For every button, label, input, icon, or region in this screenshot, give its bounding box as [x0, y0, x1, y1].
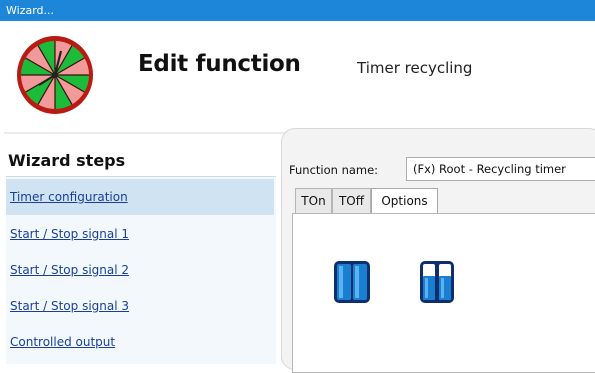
wizard-step-start-stop-signal-2[interactable]: Start / Stop signal 2 [6, 252, 274, 288]
wizard-step-controlled-output[interactable]: Controlled output [6, 324, 274, 360]
page-subtitle: Timer recycling [357, 59, 473, 77]
tab-toff[interactable]: TOff [332, 188, 371, 213]
tab-ton[interactable]: TOn [295, 188, 332, 213]
timer-wheel-icon [17, 36, 93, 114]
wizard-step-start-stop-signal-3[interactable]: Start / Stop signal 3 [6, 288, 274, 324]
wizard-step-start-stop-signal-1[interactable]: Start / Stop signal 1 [6, 216, 274, 252]
wizard-step-timer-configuration[interactable]: Timer configuration [6, 179, 274, 215]
window-title: Wizard... [6, 4, 55, 17]
function-name-input[interactable]: (Fx) Root - Recycling timer [406, 157, 595, 181]
page-title: Edit function [138, 51, 301, 77]
wizard-steps-title: Wizard steps [8, 151, 126, 170]
tab-options[interactable]: Options [371, 188, 438, 214]
function-name-label: Function name: [289, 163, 379, 177]
dual-white-blue-switch-icon[interactable] [418, 260, 456, 304]
dual-blue-switch-icon[interactable] [333, 260, 371, 304]
wizard-steps-panel: Timer configuration Start / Stop signal … [6, 176, 276, 364]
window-titlebar[interactable]: Wizard... [0, 0, 595, 21]
